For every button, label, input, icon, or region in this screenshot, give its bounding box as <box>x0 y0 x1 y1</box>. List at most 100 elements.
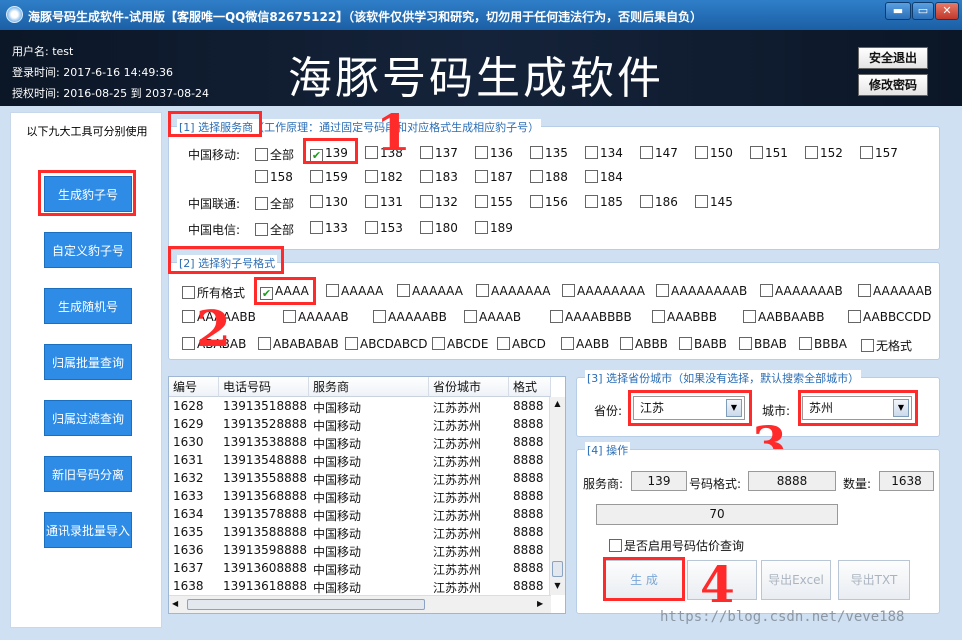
logout-button[interactable]: 安全退出 <box>858 47 928 69</box>
checkbox-box[interactable] <box>743 310 756 323</box>
carrier-checkbox-186[interactable]: 186 <box>640 195 678 209</box>
format-checkbox-abcdabcd[interactable]: ABCDABCD <box>345 337 428 351</box>
checkbox-box[interactable] <box>620 337 633 350</box>
carrier-checkbox-189[interactable]: 189 <box>475 221 513 235</box>
close-button[interactable]: ✕ <box>935 2 959 20</box>
checkbox-box[interactable] <box>420 170 433 183</box>
checkbox-box[interactable] <box>420 195 433 208</box>
carrier-checkbox-138[interactable]: 138 <box>365 146 403 160</box>
format-checkbox-aabbccdd[interactable]: AABBCCDD <box>848 310 931 324</box>
format-checkbox-abcde[interactable]: ABCDE <box>432 337 488 351</box>
carrier-checkbox-131[interactable]: 131 <box>365 195 403 209</box>
checkbox-box[interactable] <box>420 146 433 159</box>
checkbox-box[interactable] <box>373 310 386 323</box>
checkbox-box[interactable] <box>585 146 598 159</box>
checkbox-box[interactable] <box>182 310 195 323</box>
change-password-button[interactable]: 修改密码 <box>858 74 928 96</box>
carrier-checkbox-151[interactable]: 151 <box>750 146 788 160</box>
carrier-checkbox-152[interactable]: 152 <box>805 146 843 160</box>
maximize-button[interactable]: ▭ <box>912 2 934 20</box>
checkbox-box[interactable] <box>255 223 268 236</box>
checkbox-box[interactable] <box>255 197 268 210</box>
format-checkbox-aaaa[interactable]: ✔ AAAA <box>260 284 309 300</box>
checkbox-box[interactable] <box>397 284 410 297</box>
checkbox-box[interactable] <box>609 539 622 552</box>
checkbox-box[interactable] <box>310 170 323 183</box>
checkbox-box[interactable] <box>182 286 195 299</box>
city-select[interactable]: 苏州 ▼ <box>802 396 912 420</box>
carrier-checkbox-184[interactable]: 184 <box>585 170 623 184</box>
checkbox-box[interactable] <box>805 146 818 159</box>
carrier-checkbox-135[interactable]: 135 <box>530 146 568 160</box>
generate-button[interactable]: 生 成 <box>603 560 685 600</box>
format-checkbox-bbab[interactable]: BBAB <box>739 337 787 351</box>
format-checkbox-aaaaab[interactable]: AAAAAB <box>283 310 349 324</box>
carrier-checkbox-134[interactable]: 134 <box>585 146 623 160</box>
format-checkbox-aaaaaaa[interactable]: AAAAAAA <box>476 284 550 298</box>
format-checkbox-aabbaabb[interactable]: AABBAABB <box>743 310 824 324</box>
carrier-checkbox-180[interactable]: 180 <box>420 221 458 235</box>
format-checkbox-无格式[interactable]: 无格式 <box>861 337 912 354</box>
column-header-region[interactable]: 省份城市 <box>429 377 509 397</box>
carrier-checkbox-157[interactable]: 157 <box>860 146 898 160</box>
carrier-checkbox-185[interactable]: 185 <box>585 195 623 209</box>
checkbox-box[interactable] <box>182 337 195 350</box>
format-checkbox-abcd[interactable]: ABCD <box>497 337 546 351</box>
checkbox-box[interactable] <box>585 170 598 183</box>
carrier-checkbox-156[interactable]: 156 <box>530 195 568 209</box>
chevron-down-icon[interactable]: ▼ <box>726 399 742 417</box>
checkbox-box[interactable] <box>476 284 489 297</box>
format-checkbox-aaaabbbb[interactable]: AAAABBBB <box>550 310 632 324</box>
checkbox-box[interactable] <box>475 195 488 208</box>
checkbox-box[interactable] <box>345 337 358 350</box>
scroll-left-arrow-icon[interactable]: ◀ <box>172 599 182 609</box>
checkbox-box[interactable] <box>562 284 575 297</box>
stop-button[interactable] <box>687 560 757 600</box>
checkbox-box[interactable] <box>695 195 708 208</box>
carrier-checkbox-187[interactable]: 187 <box>475 170 513 184</box>
hscroll-thumb[interactable] <box>187 599 425 610</box>
carrier-checkbox-145[interactable]: 145 <box>695 195 733 209</box>
checkbox-box[interactable] <box>695 146 708 159</box>
format-checkbox-aaaaabb[interactable]: AAAAABB <box>373 310 447 324</box>
carrier-checkbox-139[interactable]: ✔ 139 <box>310 146 348 162</box>
format-checkbox-aaaaaaab[interactable]: AAAAAAAB <box>760 284 843 298</box>
format-checkbox-aaabbb[interactable]: AAABBB <box>652 310 717 324</box>
checkbox-box[interactable] <box>750 146 763 159</box>
checkbox-box[interactable] <box>530 170 543 183</box>
format-checkbox-aaaaaa[interactable]: AAAAAA <box>397 284 463 298</box>
format-all-checkbox[interactable]: 所有格式 <box>182 284 245 301</box>
checkbox-box[interactable] <box>420 221 433 234</box>
scroll-right-arrow-icon[interactable]: ▶ <box>537 599 547 609</box>
format-checkbox-aabb[interactable]: AABB <box>561 337 609 351</box>
checkbox-box[interactable] <box>652 310 665 323</box>
checkbox-box[interactable] <box>255 170 268 183</box>
carrier-checkbox-158[interactable]: 158 <box>255 170 293 184</box>
checkbox-box[interactable] <box>561 337 574 350</box>
checkbox-box[interactable] <box>739 337 752 350</box>
carrier-mobile-all[interactable]: 全部 <box>255 146 294 163</box>
checkbox-box[interactable] <box>310 221 323 234</box>
carrier-checkbox-188[interactable]: 188 <box>530 170 568 184</box>
scroll-thumb[interactable] <box>552 561 563 577</box>
checkbox-box[interactable] <box>497 337 510 350</box>
checkbox-box[interactable] <box>848 310 861 323</box>
carrier-unicom-all[interactable]: 全部 <box>255 195 294 212</box>
scroll-up-arrow-icon[interactable]: ▲ <box>552 399 563 409</box>
checkbox-box[interactable] <box>799 337 812 350</box>
carrier-checkbox-130[interactable]: 130 <box>310 195 348 209</box>
sidebar-item-filter-query[interactable]: 归属过滤查询 <box>44 400 132 436</box>
format-checkbox-aaaaa[interactable]: AAAAA <box>326 284 383 298</box>
minimize-button[interactable]: ▬ <box>885 2 911 20</box>
checkbox-box[interactable] <box>585 195 598 208</box>
carrier-checkbox-182[interactable]: 182 <box>365 170 403 184</box>
checkbox-box[interactable] <box>860 146 873 159</box>
sidebar-item-leopard[interactable]: 生成豹子号 <box>44 176 132 212</box>
carrier-checkbox-133[interactable]: 133 <box>310 221 348 235</box>
checkbox-box[interactable] <box>530 146 543 159</box>
checkbox-box[interactable] <box>365 170 378 183</box>
checkbox-box[interactable] <box>365 195 378 208</box>
checkbox-box[interactable] <box>861 339 874 352</box>
format-checkbox-aaaab[interactable]: AAAAB <box>464 310 521 324</box>
column-header-id[interactable]: 编号 <box>169 377 219 397</box>
